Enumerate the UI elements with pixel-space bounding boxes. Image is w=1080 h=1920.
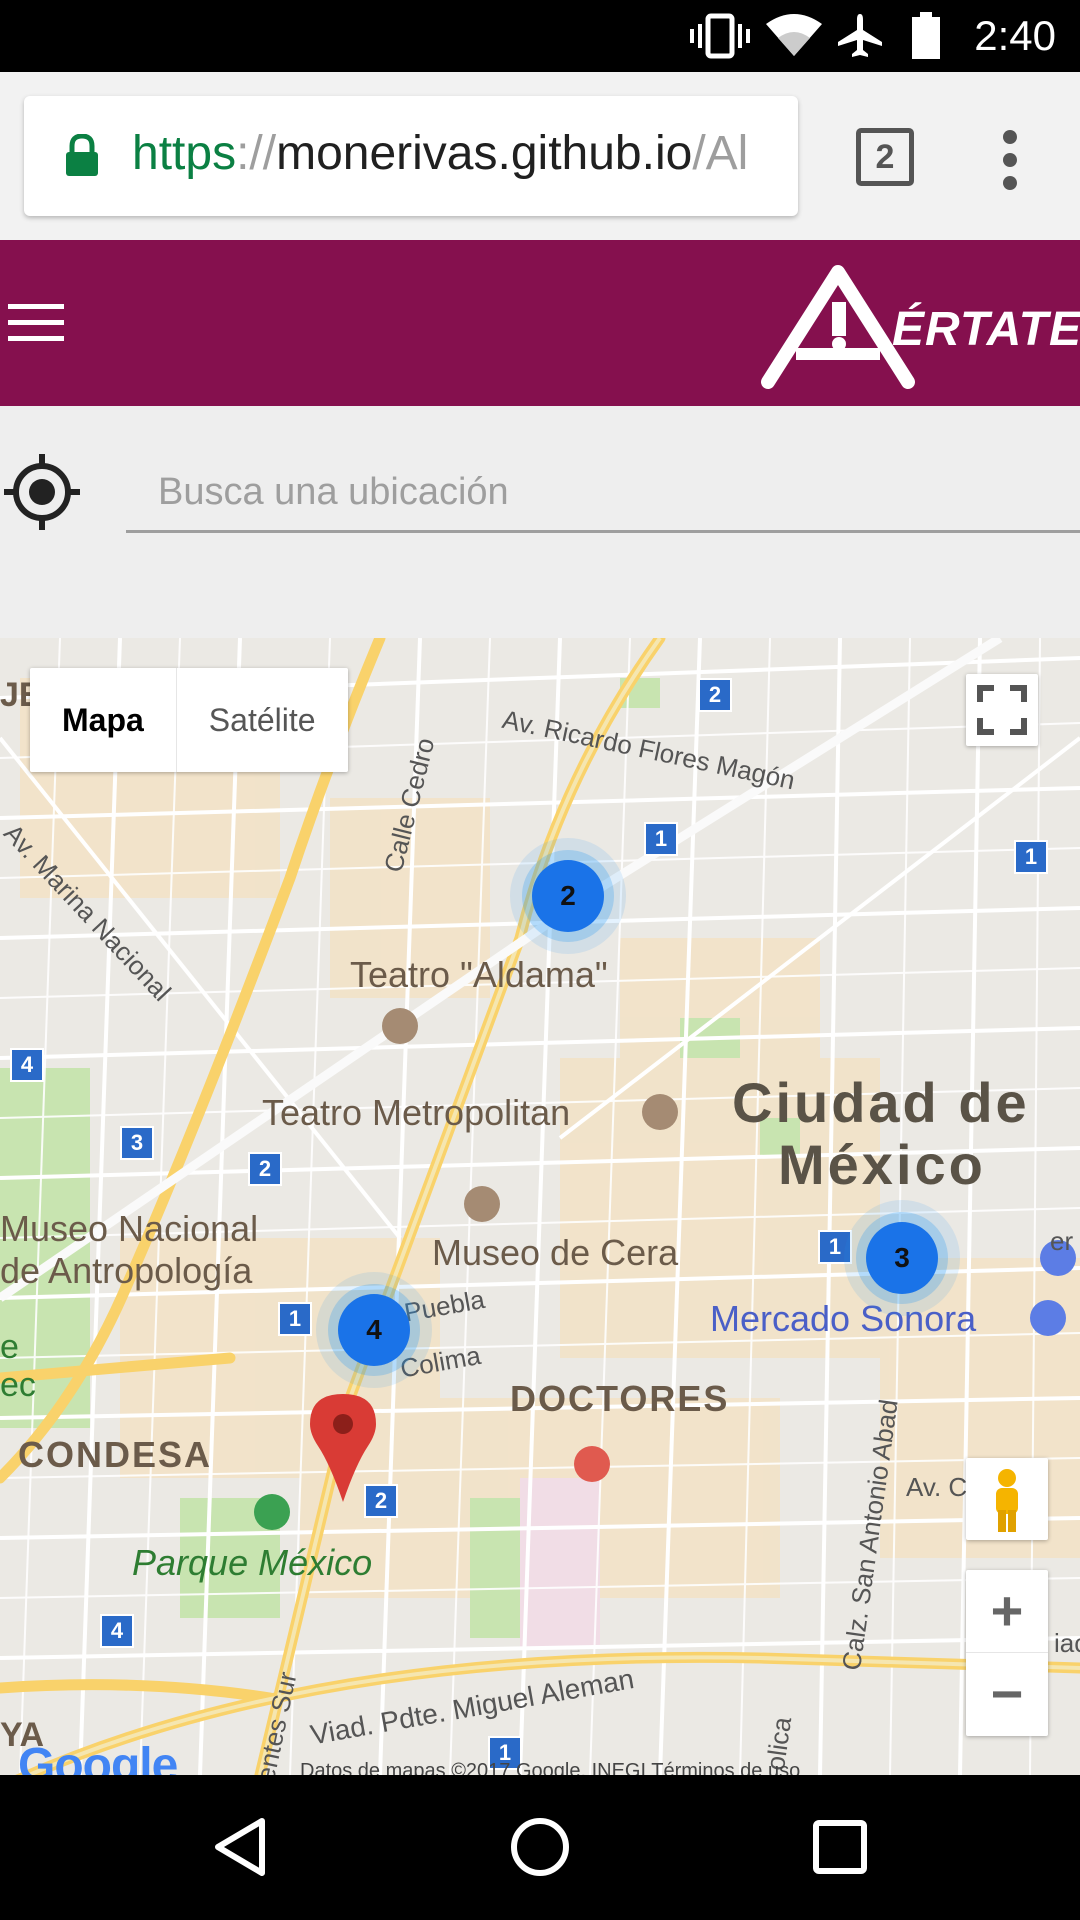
route-shield: 2 [698, 678, 732, 712]
map-label-mercado-sonora: Mercado Sonora [710, 1298, 977, 1339]
url-text[interactable]: https://monerivas.github.io/Al [132, 124, 792, 184]
lock-icon [66, 134, 98, 176]
route-shield: 2 [364, 1484, 398, 1518]
hamburger-menu-icon[interactable] [8, 304, 64, 344]
menu-dot [1003, 153, 1017, 167]
my-location-icon[interactable] [2, 452, 82, 532]
tab-switcher-button[interactable]: 2 [856, 128, 914, 186]
hamburger-line [8, 336, 64, 341]
map-type-control: Mapa Satélite [30, 668, 348, 772]
route-shield: 1 [818, 1230, 852, 1264]
home-icon[interactable] [508, 1815, 572, 1879]
map-label-condesa: CONDESA [18, 1434, 213, 1475]
road-label-edge-av-c: Av. C [906, 1472, 968, 1502]
fullscreen-icon [977, 685, 1027, 735]
route-shield: 1 [278, 1302, 312, 1336]
status-time: 2:40 [974, 12, 1056, 59]
road-label-edge-er: er [1050, 1226, 1074, 1256]
menu-dot [1003, 130, 1017, 144]
map-label-edge-ec: ec [0, 1366, 36, 1404]
url-separator: :// [236, 127, 277, 180]
android-nav-bar [0, 1775, 1080, 1920]
map-label-parque-mexico: Parque México [132, 1542, 373, 1583]
road-label-edge-iac: iac [1054, 1628, 1080, 1658]
status-bar: 2:40 [0, 0, 1080, 72]
map-label-teatro-aldama: Teatro "Aldama" [350, 954, 608, 995]
map-label-museo-nacional-2: de Antropología [0, 1250, 253, 1291]
airplane-icon [838, 14, 882, 57]
map-type-map-button[interactable]: Mapa [30, 668, 176, 772]
map-label-edge-e: e [0, 1328, 19, 1366]
google-logo: Google [18, 1739, 178, 1775]
map-attribution[interactable]: Datos de mapas ©2017 Google, INEGI Térmi… [300, 1760, 800, 1775]
logo-text: ÉRTATE [892, 303, 1080, 356]
map[interactable]: Ciudad de México Teatro "Aldama" Teatro … [0, 638, 1080, 1775]
route-shield: 4 [10, 1048, 44, 1082]
wifi-icon [766, 14, 822, 56]
hamburger-line [8, 304, 64, 309]
app-header: ÉRTATE [0, 240, 1080, 406]
menu-dot [1003, 176, 1017, 190]
location-search-input[interactable] [126, 454, 1080, 533]
recents-icon[interactable] [810, 1817, 870, 1877]
map-label-museo-nacional-1: Museo Nacional [0, 1208, 259, 1249]
battery-icon [912, 12, 940, 59]
route-shield: 4 [100, 1614, 134, 1648]
map-label-teatro-metropolitan: Teatro Metropolitan [262, 1092, 571, 1133]
map-type-satellite-button[interactable]: Satélite [175, 668, 348, 772]
route-shield: 3 [120, 1126, 154, 1160]
back-icon[interactable] [210, 1815, 270, 1879]
alert-cluster-marker[interactable]: 2 [532, 860, 604, 932]
map-label-doctores: DOCTORES [510, 1378, 730, 1419]
alert-cluster-marker[interactable]: 4 [338, 1294, 410, 1366]
alert-cluster-marker[interactable]: 3 [866, 1222, 938, 1294]
route-shield: 1 [644, 822, 678, 856]
map-base [0, 638, 1080, 1775]
fullscreen-button[interactable] [966, 674, 1038, 746]
hamburger-line [8, 320, 64, 325]
url-scheme: https [132, 127, 237, 180]
zoom-in-button[interactable]: + [966, 1570, 1048, 1653]
url-host: monerivas.github.io [276, 127, 693, 180]
url-path: /Al [692, 127, 749, 180]
map-label-museo-cera: Museo de Cera [432, 1232, 679, 1273]
url-bar[interactable]: https://monerivas.github.io/Al [24, 96, 798, 216]
street-view-button[interactable] [966, 1458, 1048, 1540]
zoom-out-button[interactable]: − [966, 1653, 1048, 1735]
route-shield: 1 [1014, 840, 1048, 874]
app-logo: ÉRTATE [760, 260, 1080, 390]
browser-menu-button[interactable] [998, 130, 1022, 190]
pegman-icon [996, 1469, 1018, 1532]
search-area [0, 406, 1080, 638]
map-label-ciudad-2: México [778, 1133, 986, 1196]
browser-toolbar: https://monerivas.github.io/Al 2 [0, 72, 1080, 240]
zoom-control: + − [966, 1570, 1048, 1736]
map-label-ciudad-1: Ciudad de [732, 1071, 1030, 1134]
route-shield: 2 [248, 1152, 282, 1186]
vibrate-icon [690, 13, 750, 59]
